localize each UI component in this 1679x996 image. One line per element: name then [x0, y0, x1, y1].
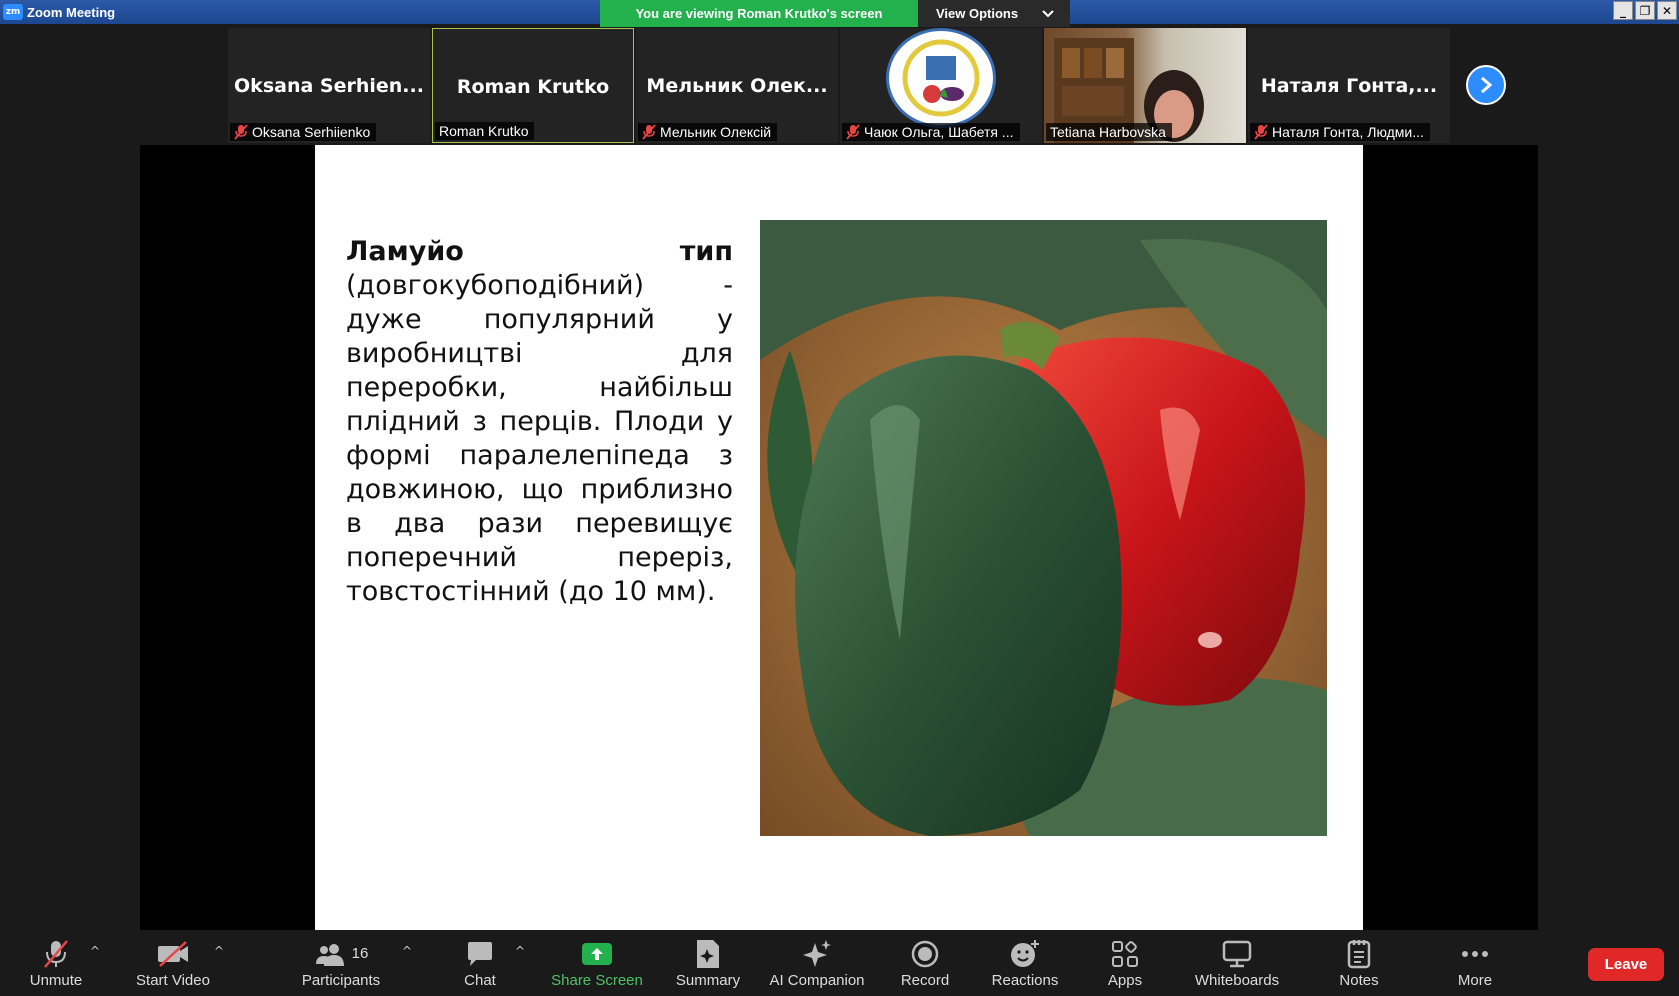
record-icon	[911, 940, 939, 967]
muted-mic-icon	[44, 939, 68, 968]
participants-button[interactable]: 16 Participants	[296, 930, 386, 996]
share-screen-button[interactable]: Share Screen	[548, 930, 646, 996]
reactions-label: Reactions	[991, 971, 1059, 989]
whiteboard-icon	[1222, 940, 1252, 967]
chat-label: Chat	[464, 971, 496, 989]
slide-heading-left: Ламуйо	[346, 236, 464, 267]
share-screen-icon	[582, 942, 612, 965]
participant-tile[interactable]: Чаюк Ольга, Шабетя ...	[840, 28, 1042, 143]
reactions-icon	[1011, 939, 1039, 967]
slide-body: (довгокубоподібний) - дуже популярний у …	[346, 270, 733, 607]
chevron-down-icon	[1042, 9, 1054, 17]
chat-options-chevron-icon[interactable]: ^	[515, 944, 525, 958]
video-off-icon	[158, 940, 188, 967]
apps-icon	[1112, 940, 1138, 967]
summary-button[interactable]: Summary	[668, 930, 748, 996]
view-options-button[interactable]: View Options	[918, 0, 1070, 27]
university-logo-icon	[886, 28, 996, 128]
restore-button[interactable]: ❐	[1635, 1, 1655, 20]
more-button[interactable]: More	[1440, 930, 1510, 996]
summary-label: Summary	[675, 971, 741, 989]
participant-name-label: Чаюк Ольга, Шабетя ...	[842, 123, 1020, 141]
muted-mic-icon	[234, 124, 248, 140]
participants-icon	[315, 943, 344, 966]
zoom-logo-icon: zm	[3, 4, 23, 20]
participant-name-label: Oksana Serhiienko	[230, 123, 377, 141]
apps-label: Apps	[1107, 971, 1143, 989]
participant-tile[interactable]: Oksana Serhien... Oksana Serhiienko	[228, 28, 430, 143]
participant-name-label: Roman Krutko	[435, 122, 535, 140]
muted-mic-icon	[846, 124, 860, 140]
participants-count: 16	[351, 945, 369, 962]
more-label: More	[1457, 971, 1493, 989]
participants-label: Participants	[301, 971, 381, 989]
ai-companion-label: AI Companion	[769, 971, 865, 989]
notes-label: Notes	[1339, 971, 1379, 989]
meeting-toolbar: Unmute ^ Start Video ^ 16 Participants ^…	[0, 930, 1679, 996]
audio-options-chevron-icon[interactable]: ^	[90, 944, 100, 958]
summary-icon	[697, 939, 719, 968]
sparkle-icon	[803, 939, 831, 967]
notes-button[interactable]: Notes	[1324, 930, 1394, 996]
viewing-screen-banner: You are viewing Roman Krutko's screen	[600, 0, 918, 27]
chat-button[interactable]: Chat	[450, 930, 510, 996]
whiteboards-button[interactable]: Whiteboards	[1186, 930, 1288, 996]
participant-thumbnails: Oksana Serhien... Oksana Serhiienko Roma…	[228, 28, 1450, 143]
start-video-label: Start Video	[136, 971, 210, 989]
window-controls: _ ❐ ✕	[1613, 1, 1677, 20]
pepper-image	[760, 220, 1327, 836]
record-button[interactable]: Record	[890, 930, 960, 996]
muted-mic-icon	[1254, 124, 1268, 140]
leave-button[interactable]: Leave	[1588, 948, 1664, 981]
slide-heading-right: тип	[679, 236, 733, 267]
participant-tile[interactable]: Мельник Олек... Мельник Олексій	[636, 28, 838, 143]
presentation-slide: Ламуйо тип (довгокубоподібний) - дуже по…	[315, 145, 1363, 930]
close-button[interactable]: ✕	[1657, 1, 1677, 20]
participant-tile[interactable]: Tetiana Harbovska	[1044, 28, 1246, 143]
whiteboards-label: Whiteboards	[1194, 971, 1280, 989]
participant-tile-active[interactable]: Roman Krutko Roman Krutko	[432, 28, 634, 143]
ai-companion-button[interactable]: AI Companion	[764, 930, 870, 996]
participant-name-label: Tetiana Harbovska	[1046, 123, 1172, 141]
shared-screen: Ламуйо тип (довгокубоподібний) - дуже по…	[140, 145, 1538, 930]
more-dots-icon	[1462, 950, 1488, 957]
muted-mic-icon	[642, 124, 656, 140]
unmute-label: Unmute	[29, 971, 83, 989]
record-label: Record	[900, 971, 950, 989]
reactions-button[interactable]: Reactions	[984, 930, 1066, 996]
participants-options-chevron-icon[interactable]: ^	[402, 944, 412, 958]
participant-name-label: Мельник Олексій	[638, 123, 778, 141]
next-page-button[interactable]	[1466, 65, 1506, 105]
unmute-button[interactable]: Unmute	[20, 930, 92, 996]
chat-icon	[468, 941, 492, 966]
start-video-button[interactable]: Start Video	[128, 930, 218, 996]
chevron-right-icon	[1481, 76, 1493, 94]
minimize-button[interactable]: _	[1613, 1, 1633, 20]
share-screen-label: Share Screen	[551, 971, 643, 989]
slide-text: Ламуйо тип (довгокубоподібний) - дуже по…	[346, 235, 733, 609]
participant-tile[interactable]: Наталя Гонта,... Наталя Гонта, Людми...	[1248, 28, 1450, 143]
window-title: Zoom Meeting	[27, 4, 116, 20]
video-options-chevron-icon[interactable]: ^	[214, 944, 224, 958]
apps-button[interactable]: Apps	[1092, 930, 1158, 996]
participant-name-label: Наталя Гонта, Людми...	[1250, 123, 1430, 141]
notes-icon	[1347, 939, 1371, 968]
view-options-label: View Options	[936, 6, 1019, 21]
